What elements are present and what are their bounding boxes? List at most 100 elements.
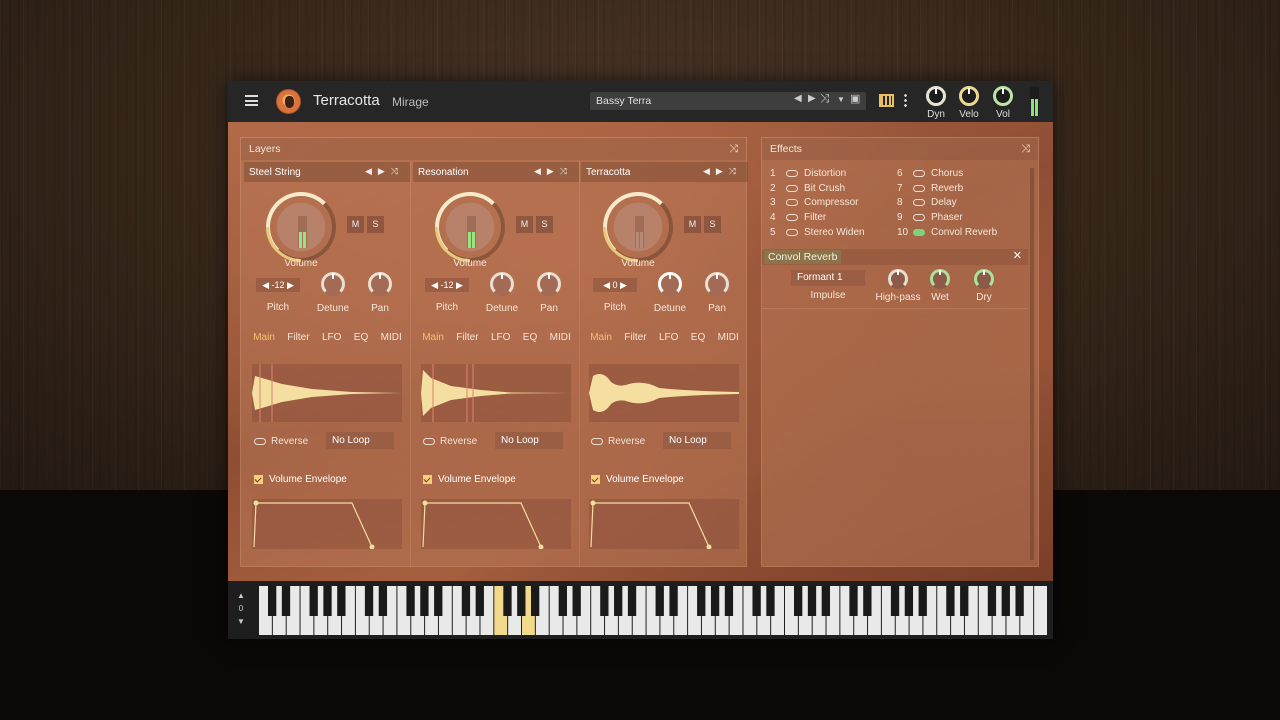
black-key[interactable] — [572, 586, 581, 616]
black-key[interactable] — [558, 586, 567, 616]
tab-eq[interactable]: EQ — [354, 332, 368, 343]
black-key[interactable] — [337, 586, 346, 616]
preset-prev-icon[interactable]: ◀ — [794, 93, 802, 104]
black-key[interactable] — [323, 586, 332, 616]
solo-button[interactable]: S — [367, 216, 384, 233]
effect-item[interactable]: 3 Compressor — [770, 197, 865, 212]
white-key[interactable] — [1034, 586, 1047, 635]
effect-item[interactable]: 9 Phaser — [897, 212, 997, 227]
dry-knob[interactable] — [974, 269, 994, 289]
black-key[interactable] — [517, 586, 526, 616]
black-key[interactable] — [697, 586, 706, 616]
pitch-stepper[interactable]: ◀ -12 ▶ — [256, 278, 300, 292]
black-key[interactable] — [793, 586, 803, 616]
effect-item[interactable]: 1 Distortion — [770, 168, 865, 183]
envelope-editor[interactable] — [589, 499, 739, 550]
effect-item[interactable]: 2 Bit Crush — [770, 183, 865, 198]
octave-control[interactable]: ▲ 0 ▼ — [233, 589, 249, 628]
pan-knob[interactable] — [705, 272, 729, 296]
volume-knob[interactable] — [251, 177, 351, 277]
volume-envelope-checkbox[interactable]: Volume Envelope — [591, 474, 684, 485]
more-options-icon[interactable] — [904, 93, 907, 107]
save-icon[interactable]: ▣ — [850, 92, 860, 105]
tab-main[interactable]: Main — [253, 332, 275, 343]
black-key[interactable] — [364, 586, 374, 616]
layer-nav-controls[interactable]: ◀▶⤨ — [534, 166, 573, 177]
vol-knob[interactable] — [993, 86, 1013, 106]
envelope-editor[interactable] — [252, 499, 402, 550]
loop-select[interactable]: No Loop — [495, 432, 563, 449]
black-key[interactable] — [1001, 586, 1010, 616]
black-key[interactable] — [904, 586, 914, 616]
black-key[interactable] — [461, 586, 471, 616]
black-key[interactable] — [669, 586, 678, 616]
reverse-toggle[interactable]: Reverse — [254, 436, 308, 447]
solo-button[interactable]: S — [536, 216, 553, 233]
black-key[interactable] — [281, 586, 291, 616]
impulse-select[interactable]: Formant 1 — [791, 270, 865, 286]
black-key[interactable] — [710, 586, 720, 616]
mute-button[interactable]: M — [684, 216, 701, 233]
waveform-display[interactable] — [252, 364, 402, 422]
black-key[interactable] — [960, 586, 969, 616]
tab-lfo[interactable]: LFO — [322, 332, 341, 343]
pitch-stepper[interactable]: ◀ 0 ▶ — [593, 278, 637, 292]
loop-select[interactable]: No Loop — [326, 432, 394, 449]
tab-filter[interactable]: Filter — [287, 332, 309, 343]
black-key[interactable] — [849, 586, 858, 616]
preset-dropdown-icon[interactable]: ▼ — [837, 95, 845, 104]
pitch-stepper[interactable]: ◀ -12 ▶ — [425, 278, 469, 292]
highpass-knob[interactable] — [888, 269, 908, 289]
black-key[interactable] — [309, 586, 318, 616]
tab-midi[interactable]: MIDI — [381, 332, 402, 343]
black-key[interactable] — [627, 586, 637, 616]
piano-icon[interactable] — [879, 94, 894, 107]
tab-lfo[interactable]: LFO — [659, 332, 678, 343]
black-key[interactable] — [946, 586, 955, 616]
tab-main[interactable]: Main — [422, 332, 444, 343]
tab-midi[interactable]: MIDI — [718, 332, 739, 343]
black-key[interactable] — [600, 586, 609, 616]
black-key[interactable] — [890, 586, 900, 616]
effect-item[interactable]: 4 Filter — [770, 212, 865, 227]
preset-shuffle-icon[interactable]: ⤨ — [820, 91, 830, 106]
reverse-toggle[interactable]: Reverse — [423, 436, 477, 447]
black-key[interactable] — [503, 586, 512, 616]
black-key[interactable] — [1015, 586, 1024, 616]
tab-filter[interactable]: Filter — [624, 332, 646, 343]
effect-item[interactable]: 5 Stereo Widen — [770, 227, 865, 242]
black-key[interactable] — [614, 586, 623, 616]
black-key[interactable] — [752, 586, 761, 616]
volume-envelope-checkbox[interactable]: Volume Envelope — [423, 474, 516, 485]
volume-knob[interactable] — [420, 177, 520, 277]
layer-nav-controls[interactable]: ◀▶⤨ — [365, 166, 404, 177]
black-key[interactable] — [378, 586, 388, 616]
black-key[interactable] — [406, 586, 415, 616]
black-key[interactable] — [807, 586, 817, 616]
black-key[interactable] — [530, 586, 540, 616]
black-key[interactable] — [475, 586, 484, 616]
pan-knob[interactable] — [368, 272, 392, 296]
dyn-knob[interactable] — [926, 86, 946, 106]
detune-knob[interactable] — [490, 272, 514, 296]
piano-keyboard[interactable] — [259, 586, 1048, 635]
tab-lfo[interactable]: LFO — [491, 332, 510, 343]
effect-item[interactable]: 6 Chorus — [897, 168, 997, 183]
solo-button[interactable]: S — [704, 216, 721, 233]
effect-item[interactable]: 8 Delay — [897, 197, 997, 212]
waveform-display[interactable] — [589, 364, 739, 422]
volume-knob[interactable] — [588, 177, 688, 277]
black-key[interactable] — [267, 586, 277, 616]
waveform-display[interactable] — [421, 364, 571, 422]
close-icon[interactable]: ✕ — [1013, 249, 1022, 262]
black-key[interactable] — [420, 586, 429, 616]
effect-item[interactable]: 7 Reverb — [897, 183, 997, 198]
black-key[interactable] — [766, 586, 775, 616]
pan-knob[interactable] — [537, 272, 561, 296]
preset-next-icon[interactable]: ▶ — [808, 93, 816, 104]
layer-nav-controls[interactable]: ◀▶⤨ — [703, 166, 742, 177]
black-key[interactable] — [821, 586, 830, 616]
tab-main[interactable]: Main — [590, 332, 612, 343]
tab-eq[interactable]: EQ — [691, 332, 705, 343]
detune-knob[interactable] — [321, 272, 345, 296]
